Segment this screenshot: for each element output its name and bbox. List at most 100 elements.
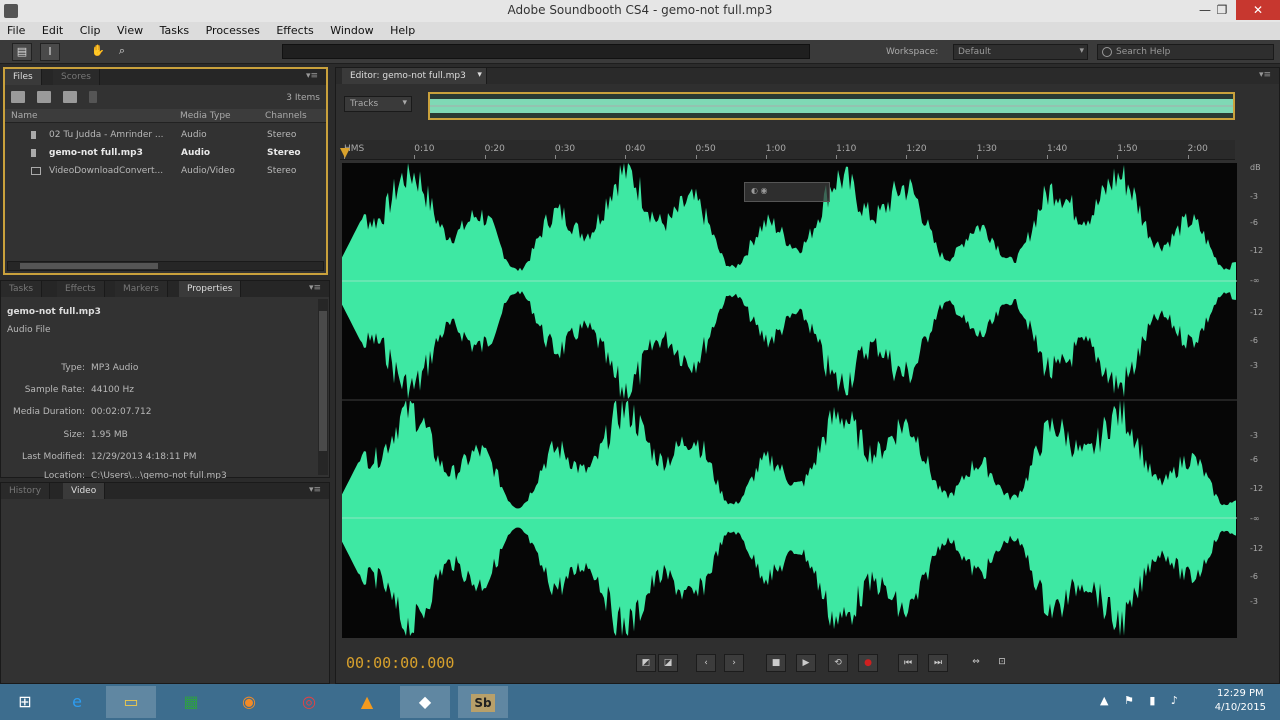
- record-button[interactable]: ●: [858, 654, 878, 672]
- file-row[interactable]: 02 Tu Judda - Amrinder ... Audio Stereo: [5, 126, 326, 144]
- tracks-select[interactable]: Tracks ▾: [344, 96, 412, 112]
- files-toolbar: 3 Items: [5, 87, 326, 107]
- file-explorer-icon[interactable]: ▭: [106, 686, 156, 718]
- editor-tab-row: Editor: gemo-not full.mp3 ▾ ▾≡: [336, 68, 1279, 84]
- previous-marker-icon[interactable]: ‹: [696, 654, 716, 672]
- timeline-ruler[interactable]: HMS 0:10 0:20 0:30 0:40 0:50 1:00 1:10 1:20 1:30 1…: [340, 140, 1235, 160]
- property-row: Last Modified: 12/29/2013 4:18:11 PM: [1, 452, 321, 466]
- tab-properties[interactable]: Properties: [179, 281, 242, 297]
- timeline-tick: [484, 155, 486, 159]
- go-to-end-button[interactable]: ⏭: [928, 654, 948, 672]
- time-selection-tool-icon[interactable]: I: [40, 43, 60, 61]
- firefox-icon[interactable]: ◉: [224, 686, 274, 718]
- menu-processes[interactable]: Processes: [199, 22, 266, 37]
- workspace-select[interactable]: Default ▾: [953, 44, 1088, 60]
- horizontal-scrollbar[interactable]: [7, 261, 324, 271]
- editor-tab-label: Editor: gemo-not full.mp3: [350, 71, 466, 81]
- menu-effects[interactable]: Effects: [269, 22, 319, 37]
- menu-file[interactable]: File: [0, 22, 31, 37]
- db-label: -6: [1250, 455, 1258, 464]
- zoom-out-icon[interactable]: ◪: [658, 654, 678, 672]
- next-marker-icon[interactable]: ›: [724, 654, 744, 672]
- zoom-tool-icon[interactable]: ⌕: [112, 43, 132, 61]
- chevron-down-icon: ▾: [402, 98, 407, 108]
- menu-edit[interactable]: Edit: [35, 22, 69, 37]
- tab-video[interactable]: Video: [63, 483, 106, 499]
- reveal-icon[interactable]: [63, 91, 77, 103]
- menu-help[interactable]: Help: [383, 22, 421, 37]
- tray-arrow-icon[interactable]: ▲: [1100, 694, 1108, 707]
- delete-icon[interactable]: [89, 91, 97, 103]
- menu-tasks[interactable]: Tasks: [153, 22, 195, 37]
- internet-explorer-icon[interactable]: e: [52, 686, 102, 718]
- play-button[interactable]: ▶: [796, 654, 816, 672]
- zoom-fit-icon[interactable]: ⊡: [992, 654, 1012, 672]
- waveform-display[interactable]: [342, 163, 1237, 638]
- close-button[interactable]: ✕: [1236, 0, 1280, 20]
- db-label: -6: [1250, 572, 1258, 581]
- file-media-type: Audio: [181, 148, 211, 158]
- menu-window[interactable]: Window: [323, 22, 379, 37]
- panel-menu-icon[interactable]: ▾≡: [309, 485, 321, 495]
- menu-clip[interactable]: Clip: [73, 22, 107, 37]
- current-time-display[interactable]: 00:00:00.000: [346, 654, 454, 672]
- tab-history[interactable]: History: [1, 483, 51, 499]
- file-row[interactable]: gemo-not full.mp3 Audio Stereo: [5, 144, 326, 162]
- app-icon[interactable]: ◆: [400, 686, 450, 718]
- property-row: Media Duration: 00:02:07.712: [1, 407, 321, 421]
- tab-effects[interactable]: Effects: [57, 281, 105, 297]
- open-folder-icon[interactable]: [11, 91, 25, 103]
- timeline-tick: [836, 155, 838, 159]
- panel-menu-icon[interactable]: ▾≡: [309, 283, 321, 293]
- column-media-type[interactable]: Media Type: [180, 111, 231, 121]
- vlc-icon[interactable]: ▲: [342, 686, 392, 718]
- tab-files[interactable]: Files: [5, 69, 42, 85]
- panel-menu-icon[interactable]: ▾≡: [306, 71, 318, 81]
- column-name[interactable]: Name: [11, 111, 38, 121]
- volume-knob-icon[interactable]: ◐ ◉: [751, 186, 768, 195]
- db-label: -3: [1250, 361, 1258, 370]
- file-channels: Stereo: [267, 148, 301, 158]
- soundbooth-taskbar-button[interactable]: Sb: [458, 686, 508, 718]
- properties-content: gemo-not full.mp3 Audio File Type: MP3 A…: [1, 299, 317, 479]
- vertical-scrollbar[interactable]: [318, 299, 328, 475]
- soundbooth-icon: Sb: [471, 694, 495, 712]
- db-label: -3: [1250, 192, 1258, 201]
- tab-markers[interactable]: Markers: [115, 281, 168, 297]
- maximize-button[interactable]: ❐: [1208, 0, 1236, 20]
- volume-hud[interactable]: ◐ ◉: [744, 182, 830, 202]
- action-center-icon[interactable]: ⚑: [1124, 694, 1134, 707]
- playhead-marker[interactable]: [340, 148, 350, 158]
- workspace-tools-icon[interactable]: ▤: [12, 43, 32, 61]
- loop-button[interactable]: ⟲: [828, 654, 848, 672]
- panel-menu-icon[interactable]: ▾≡: [1259, 70, 1271, 80]
- toolbar: ▤ I ✋ ⌕ Workspace: Default ▾ Search Help: [0, 40, 1280, 64]
- tab-tasks[interactable]: Tasks: [1, 281, 43, 297]
- file-row[interactable]: VideoDownloadConvert... Audio/Video Ster…: [5, 162, 326, 180]
- hand-tool-icon[interactable]: ✋: [88, 43, 108, 61]
- tab-scores[interactable]: Scores: [53, 69, 100, 85]
- zoom-in-icon[interactable]: ◩: [636, 654, 656, 672]
- search-help-input[interactable]: Search Help: [1097, 44, 1274, 60]
- editor-panel: Editor: gemo-not full.mp3 ▾ ▾≡ Tracks ▾ …: [335, 67, 1280, 684]
- waveform-overview[interactable]: [428, 92, 1235, 120]
- clock[interactable]: 12:29 PM 4/10/2015: [1215, 687, 1266, 715]
- import-icon[interactable]: [37, 91, 51, 103]
- file-media-type: Audio: [181, 130, 207, 140]
- timeline-label: 0:30: [554, 144, 576, 154]
- chrome-icon[interactable]: ◎: [284, 686, 334, 718]
- windows-start-icon[interactable]: ⊞: [0, 686, 50, 718]
- scrollbar-thumb[interactable]: [319, 311, 327, 451]
- stop-button[interactable]: ■: [766, 654, 786, 672]
- scrollbar-thumb[interactable]: [20, 263, 158, 269]
- menu-view[interactable]: View: [110, 22, 149, 37]
- excel-icon[interactable]: ▦: [166, 686, 216, 718]
- volume-icon[interactable]: ♪: [1171, 694, 1178, 707]
- db-label: -3: [1250, 597, 1258, 606]
- go-to-start-button[interactable]: ⏮: [898, 654, 918, 672]
- network-icon[interactable]: ▮: [1149, 694, 1155, 707]
- properties-file-name: gemo-not full.mp3: [7, 307, 101, 317]
- tab-editor[interactable]: Editor: gemo-not full.mp3 ▾: [342, 68, 487, 84]
- fit-view-icon[interactable]: ⇔: [966, 654, 986, 672]
- column-channels[interactable]: Channels: [265, 111, 307, 121]
